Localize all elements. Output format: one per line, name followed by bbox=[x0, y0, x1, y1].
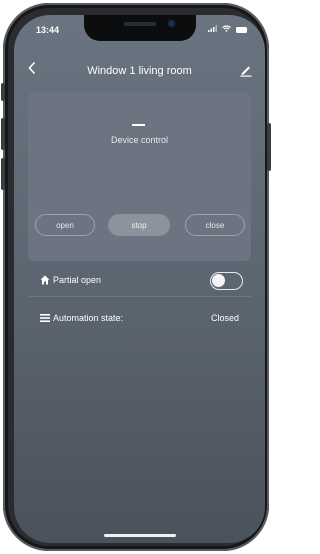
volume-down-button bbox=[1, 158, 5, 190]
signal-icon bbox=[208, 25, 218, 34]
wifi-icon bbox=[222, 25, 231, 34]
device-control-label: Device control bbox=[110, 135, 169, 145]
volume-up-button bbox=[1, 118, 5, 150]
home-icon bbox=[40, 275, 50, 285]
page-title: Window 1 living room bbox=[87, 65, 192, 77]
phone-frame: 13:44 Window 1 living room Device contro… bbox=[1, 3, 271, 551]
battery-icon bbox=[236, 26, 247, 33]
front-camera bbox=[168, 20, 175, 27]
header: Window 1 living room bbox=[14, 61, 265, 81]
partial-open-label: Partial open bbox=[53, 275, 102, 285]
partial-open-row: Partial open bbox=[28, 267, 251, 293]
home-indicator[interactable] bbox=[104, 534, 176, 537]
status-time: 13:44 bbox=[36, 25, 60, 35]
automation-state-label: Automation state: bbox=[53, 313, 124, 323]
automation-state-value: Closed bbox=[210, 313, 239, 323]
notch bbox=[84, 15, 196, 41]
row-divider bbox=[28, 296, 251, 297]
app-screen: 13:44 Window 1 living room Device contro… bbox=[14, 15, 265, 543]
edit-icon[interactable] bbox=[239, 63, 253, 77]
close-button[interactable]: close bbox=[185, 214, 245, 236]
power-button bbox=[267, 123, 271, 171]
stop-button[interactable]: stop bbox=[108, 214, 170, 236]
menu-icon bbox=[40, 313, 50, 323]
device-control-card: Device control open stop close bbox=[28, 92, 251, 261]
open-button[interactable]: open bbox=[35, 214, 95, 236]
device-state-indicator bbox=[132, 124, 145, 126]
mute-switch bbox=[1, 83, 5, 101]
toggle-knob bbox=[212, 274, 225, 287]
status-icons bbox=[208, 25, 247, 34]
automation-state-row: Automation state: Closed bbox=[28, 305, 251, 331]
speaker-grille bbox=[124, 22, 156, 26]
partial-open-toggle[interactable] bbox=[210, 272, 243, 290]
